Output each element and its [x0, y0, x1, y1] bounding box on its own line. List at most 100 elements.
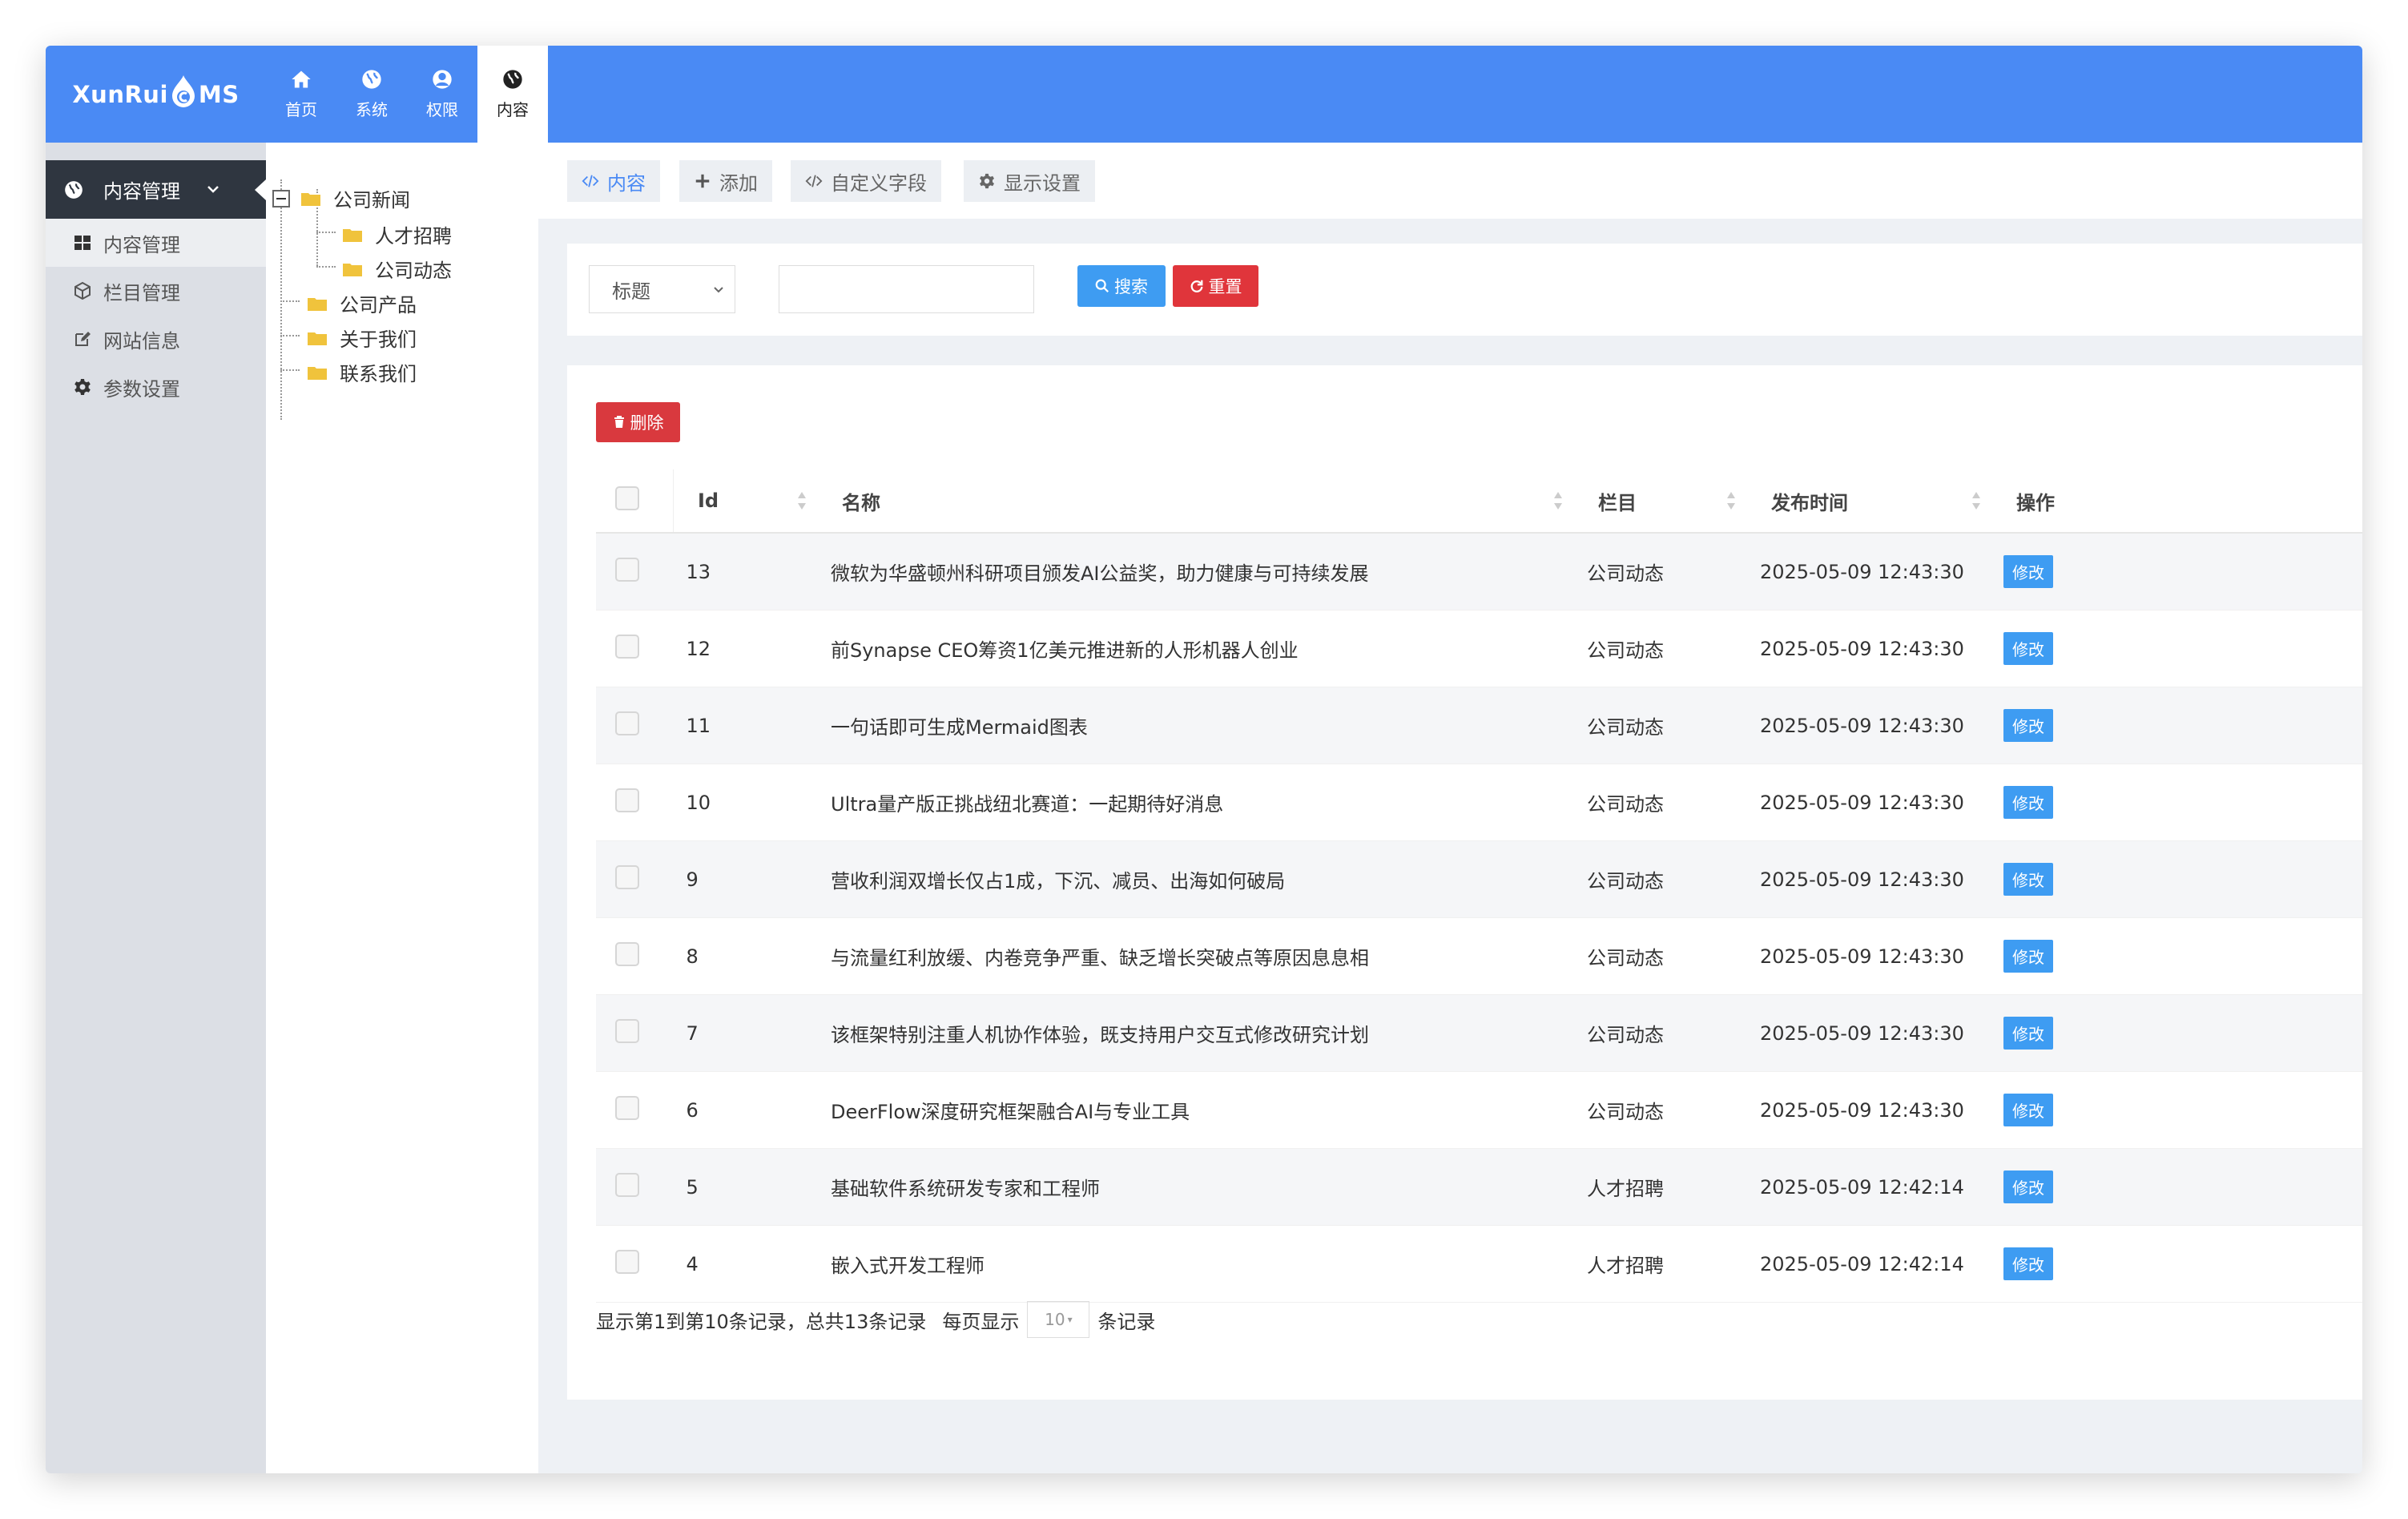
globe-icon: [65, 180, 83, 199]
reset-button[interactable]: 重置: [1173, 265, 1258, 307]
sort-icon: [798, 492, 806, 510]
folder-icon: [343, 263, 362, 276]
edit-button[interactable]: 修改: [2003, 786, 2053, 819]
table-row: 9 营收利润双增长仅占1成，下沉、减员、出海如何破局 公司动态 2025-05-…: [596, 840, 2362, 918]
topnav-permission[interactable]: 权限: [407, 46, 477, 143]
row-name[interactable]: 嵌入式开发工程师: [818, 1225, 1574, 1303]
row-name[interactable]: DeerFlow深度研究框架融合AI与专业工具: [818, 1071, 1574, 1149]
table-body: 13 微软为华盛顿州科研项目颁发AI公益奖，助力健康与可持续发展 公司动态 20…: [596, 533, 2362, 1303]
row-category: 公司动态: [1574, 533, 1747, 610]
row-checkbox-cell: [596, 764, 674, 841]
row-ops-cell: 修改: [1992, 1071, 2362, 1149]
topnav-permission-label: 权限: [426, 100, 458, 119]
edit-button[interactable]: 修改: [2003, 1017, 2053, 1050]
field-select[interactable]: 标题: [589, 265, 735, 313]
logo[interactable]: XunRui MS: [46, 46, 266, 143]
sidebar-item-label: 内容管理: [103, 233, 180, 256]
topnav-system[interactable]: 系统: [336, 46, 407, 143]
edit-button[interactable]: 修改: [2003, 1094, 2053, 1126]
edit-button[interactable]: 修改: [2003, 1247, 2053, 1280]
tree-node-company-news[interactable]: 公司新闻: [272, 184, 410, 212]
delete-button-label: 删除: [630, 413, 664, 433]
tree-line: [316, 266, 336, 268]
row-name[interactable]: 基础软件系统研发专家和工程师: [818, 1148, 1574, 1226]
row-checkbox[interactable]: [615, 941, 639, 966]
sidebar-heading[interactable]: 内容管理: [46, 160, 266, 219]
row-id: 13: [673, 533, 818, 610]
row-time: 2025-05-09 12:42:14: [1747, 1225, 1992, 1303]
row-checkbox[interactable]: [615, 1249, 639, 1274]
select-all-checkbox[interactable]: [615, 486, 639, 510]
tree-node-products[interactable]: 公司产品: [308, 289, 417, 317]
app-window: XunRui MS 首页 系统 权限 内容 内容管理 内容管理 栏目管理 网站信…: [46, 46, 2362, 1473]
edit-button[interactable]: 修改: [2003, 863, 2053, 896]
sidebar-item-category[interactable]: 栏目管理: [46, 267, 266, 315]
header-ops: 操作: [1992, 469, 2362, 534]
row-checkbox-cell: [596, 840, 674, 918]
row-checkbox[interactable]: [615, 788, 639, 812]
table-row: 12 前Synapse CEO筹资1亿美元推进新的人形机器人创业 公司动态 20…: [596, 610, 2362, 687]
row-checkbox[interactable]: [615, 1018, 639, 1043]
sidebar-item-site-info[interactable]: 网站信息: [46, 315, 266, 363]
tree-node-label: 关于我们: [340, 328, 417, 351]
search-input[interactable]: [779, 265, 1034, 313]
row-checkbox[interactable]: [615, 864, 639, 889]
row-checkbox[interactable]: [615, 1172, 639, 1197]
add-button[interactable]: 添加: [679, 160, 772, 202]
row-name[interactable]: Ultra量产版正挑战纽北赛道：一起期待好消息: [818, 764, 1574, 841]
sort-icon: [1727, 492, 1735, 510]
tree-node-contact[interactable]: 联系我们: [308, 358, 417, 386]
row-time: 2025-05-09 12:43:30: [1747, 610, 1992, 687]
tree-node-label: 公司新闻: [333, 189, 410, 212]
row-checkbox[interactable]: [615, 711, 639, 735]
per-page-select[interactable]: 10 ▾: [1027, 1301, 1090, 1338]
row-name[interactable]: 该框架特别注重人机协作体验，既支持用户交互式修改研究计划: [818, 994, 1574, 1072]
pagination-summary: 显示第1到第10条记录，总共13条记录: [596, 1310, 927, 1333]
globe-icon: [362, 70, 381, 89]
sidebar-item-content[interactable]: 内容管理: [46, 219, 266, 267]
header-category[interactable]: 栏目: [1574, 469, 1747, 534]
row-name[interactable]: 微软为华盛顿州科研项目颁发AI公益奖，助力健康与可持续发展: [818, 533, 1574, 610]
tree-node-company-news-sub[interactable]: 公司动态: [343, 255, 452, 283]
edit-button[interactable]: 修改: [2003, 1170, 2053, 1203]
display-settings-button[interactable]: 显示设置: [964, 160, 1095, 202]
delete-button[interactable]: 删除: [596, 402, 680, 442]
row-checkbox[interactable]: [615, 1095, 639, 1120]
edit-button[interactable]: 修改: [2003, 555, 2053, 588]
row-name[interactable]: 与流量红利放缓、内卷竞争严重、缺乏增长突破点等原因息息相: [818, 917, 1574, 995]
edit-button[interactable]: 修改: [2003, 940, 2053, 973]
tab-content[interactable]: 内容: [567, 160, 660, 202]
edit-button[interactable]: 修改: [2003, 632, 2053, 665]
topnav-home[interactable]: 首页: [266, 46, 336, 143]
row-name[interactable]: 一句话即可生成Mermaid图表: [818, 687, 1574, 764]
header-name[interactable]: 名称: [818, 469, 1574, 534]
row-id: 12: [673, 610, 818, 687]
search-button[interactable]: 搜索: [1077, 265, 1166, 307]
row-checkbox[interactable]: [615, 634, 639, 659]
row-checkbox-cell: [596, 1225, 674, 1303]
minus-box-icon: [272, 189, 290, 208]
row-name[interactable]: 前Synapse CEO筹资1亿美元推进新的人形机器人创业: [818, 610, 1574, 687]
gear-icon: [74, 379, 91, 395]
tree-node-recruitment[interactable]: 人才招聘: [343, 220, 452, 248]
topnav-home-label: 首页: [285, 100, 317, 119]
header-checkbox-cell: [596, 469, 674, 534]
header-id[interactable]: Id: [673, 469, 818, 534]
content-table: Id 名称 栏目 发布时间 操作 13 微软为华盛顿州科研项目颁发AI公益奖，助…: [596, 469, 2362, 1303]
sidebar-item-label: 网站信息: [103, 329, 180, 353]
header-time[interactable]: 发布时间: [1747, 469, 1992, 534]
row-checkbox-cell: [596, 533, 674, 610]
topnav-content-label: 内容: [497, 100, 529, 119]
row-checkbox[interactable]: [615, 557, 639, 582]
tree-node-about[interactable]: 关于我们: [308, 324, 417, 352]
row-name[interactable]: 营收利润双增长仅占1成，下沉、减员、出海如何破局: [818, 840, 1574, 918]
edit-button[interactable]: 修改: [2003, 709, 2053, 742]
custom-field-button[interactable]: 自定义字段: [791, 160, 941, 202]
topnav-content[interactable]: 内容: [477, 46, 548, 143]
table-row: 13 微软为华盛顿州科研项目颁发AI公益奖，助力健康与可持续发展 公司动态 20…: [596, 533, 2362, 610]
row-checkbox-cell: [596, 1071, 674, 1149]
search-icon: [1095, 279, 1109, 292]
sidebar-item-settings[interactable]: 参数设置: [46, 363, 266, 411]
table-row: 4 嵌入式开发工程师 人才招聘 2025-05-09 12:42:14 修改: [596, 1225, 2362, 1303]
row-time: 2025-05-09 12:43:30: [1747, 687, 1992, 764]
